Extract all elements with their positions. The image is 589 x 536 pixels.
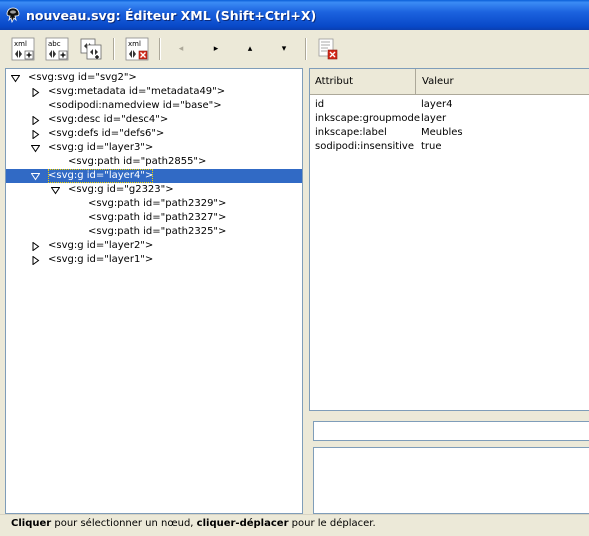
attribute-row[interactable]: sodipodi:insensitive true: [310, 140, 589, 154]
duplicate-node-button[interactable]: [77, 35, 105, 63]
expander-expanded-icon[interactable]: [31, 144, 40, 153]
attribute-value: layer4: [421, 98, 452, 112]
raise-node-button[interactable]: ▴: [239, 38, 261, 60]
tree-node-label: <sodipodi:namedview id="base">: [48, 99, 222, 113]
window-title: nouveau.svg: Éditeur XML (Shift+Ctrl+X): [26, 8, 316, 23]
svg-text:xml: xml: [128, 40, 141, 48]
tree-node[interactable]: <svg:g id="layer3">: [6, 141, 302, 155]
attribute-name-input[interactable]: [313, 421, 589, 441]
delete-attribute-button[interactable]: [313, 35, 341, 63]
expander-expanded-icon[interactable]: [31, 172, 40, 181]
new-element-node-button[interactable]: xml: [9, 35, 37, 63]
tree-node-label: <svg:metadata id="metadata49">: [48, 85, 225, 99]
attribute-row[interactable]: id layer4: [310, 98, 589, 112]
expander-collapsed-icon[interactable]: [31, 242, 40, 251]
new-text-node-button[interactable]: abc: [43, 35, 71, 63]
tree-node-label: <svg:path id="path2329">: [88, 197, 226, 211]
expander-collapsed-icon[interactable]: [31, 130, 40, 139]
attribute-name: inkscape:label: [315, 126, 387, 140]
tree-node-label: <svg:g id="layer2">: [48, 239, 153, 253]
svg-text:abc: abc: [48, 40, 61, 48]
expander-expanded-icon[interactable]: [51, 186, 60, 195]
attribute-name: sodipodi:insensitive: [315, 140, 414, 154]
expander-collapsed-icon[interactable]: [31, 116, 40, 125]
title-bar[interactable]: nouveau.svg: Éditeur XML (Shift+Ctrl+X): [0, 0, 589, 30]
toolbar-separator: [113, 38, 115, 60]
tree-node[interactable]: <svg:path id="path2325">: [6, 225, 302, 239]
tree-node-label: <svg:path id="path2325">: [88, 225, 226, 239]
tree-node[interactable]: <svg:g id="g2323">: [6, 183, 302, 197]
new-element-node-icon: xml: [11, 37, 35, 61]
attribute-value: layer: [421, 112, 446, 126]
toolbar-separator: [159, 38, 161, 60]
expander-expanded-icon[interactable]: [11, 74, 20, 83]
duplicate-node-icon: [79, 37, 103, 61]
tree-node[interactable]: <svg:path id="path2329">: [6, 197, 302, 211]
lower-node-button[interactable]: ▾: [273, 38, 295, 60]
tree-node-label: <svg:desc id="desc4">: [48, 113, 168, 127]
tree-node[interactable]: <svg:g id="layer1">: [6, 253, 302, 267]
tree-node-label: <svg:path id="path2327">: [88, 211, 226, 225]
toolbar-separator: [305, 38, 307, 60]
tree-node[interactable]: <svg:path id="path2327">: [6, 211, 302, 225]
attribute-value-textarea[interactable]: [313, 447, 589, 514]
tree-node[interactable]: <svg:svg id="svg2">: [6, 71, 302, 85]
tree-node[interactable]: <svg:metadata id="metadata49">: [6, 85, 302, 99]
delete-node-icon: xml: [125, 37, 149, 61]
arrow-right-icon: ▸: [214, 44, 219, 54]
tree-node-label: <svg:g id="layer4">: [48, 169, 153, 183]
status-text-click: Cliquer: [11, 518, 51, 529]
attribute-value: Meubles: [421, 126, 463, 140]
attribute-row[interactable]: inkscape:groupmode layer: [310, 112, 589, 126]
status-bar: Cliquer pour sélectionner un nœud, cliqu…: [0, 514, 589, 536]
tree-node-label: <svg:g id="layer1">: [48, 253, 153, 267]
node-tree-panel[interactable]: <svg:svg id="svg2"> <svg:metadata id="met…: [5, 68, 303, 514]
attribute-value: true: [421, 140, 442, 154]
value-column-header[interactable]: Valeur: [417, 69, 589, 95]
indent-node-button[interactable]: ▸: [205, 38, 227, 60]
toolbar: xml abc xml ◂ ▸ ▴ ▾: [0, 30, 589, 66]
tree-node[interactable]: <svg:g id="layer2">: [6, 239, 302, 253]
tree-node-label: <svg:svg id="svg2">: [28, 71, 137, 85]
expander-collapsed-icon[interactable]: [31, 88, 40, 97]
tree-node[interactable]: <svg:path id="path2855">: [6, 155, 302, 169]
tree-node[interactable]: <sodipodi:namedview id="base">: [6, 99, 302, 113]
tree-node[interactable]: <svg:defs id="defs6">: [6, 127, 302, 141]
delete-node-button[interactable]: xml: [123, 35, 151, 63]
tree-node-label: <svg:g id="g2323">: [68, 183, 174, 197]
expander-collapsed-icon[interactable]: [31, 256, 40, 265]
tree-node-label: <svg:g id="layer3">: [48, 141, 153, 155]
inkscape-app-icon[interactable]: [5, 7, 21, 23]
attribute-name: inkscape:groupmode: [315, 112, 420, 126]
tree-node-label: <svg:path id="path2855">: [68, 155, 206, 169]
arrow-down-icon: ▾: [282, 44, 287, 54]
status-text: pour sélectionner un nœud,: [51, 518, 196, 529]
delete-attribute-icon: [315, 37, 339, 61]
unindent-node-button[interactable]: ◂: [170, 38, 192, 60]
tree-node-label: <svg:defs id="defs6">: [48, 127, 164, 141]
svg-text:xml: xml: [14, 40, 27, 48]
arrow-up-icon: ▴: [248, 44, 253, 54]
tree-node-selected[interactable]: <svg:g id="layer4">: [6, 169, 302, 183]
attribute-panel[interactable]: Attribut Valeur id layer4 inkscape:groupmo…: [309, 68, 589, 411]
status-text-drag: cliquer-déplacer: [197, 518, 289, 529]
arrow-left-icon: ◂: [179, 44, 184, 54]
attribute-row[interactable]: inkscape:label Meubles: [310, 126, 589, 140]
attribute-table-header: Attribut Valeur: [310, 69, 589, 95]
status-text-end: pour le déplacer.: [289, 518, 376, 529]
new-text-node-icon: abc: [45, 37, 69, 61]
attribute-name: id: [315, 98, 324, 112]
tree-node[interactable]: <svg:desc id="desc4">: [6, 113, 302, 127]
attribute-column-header[interactable]: Attribut: [310, 69, 416, 95]
